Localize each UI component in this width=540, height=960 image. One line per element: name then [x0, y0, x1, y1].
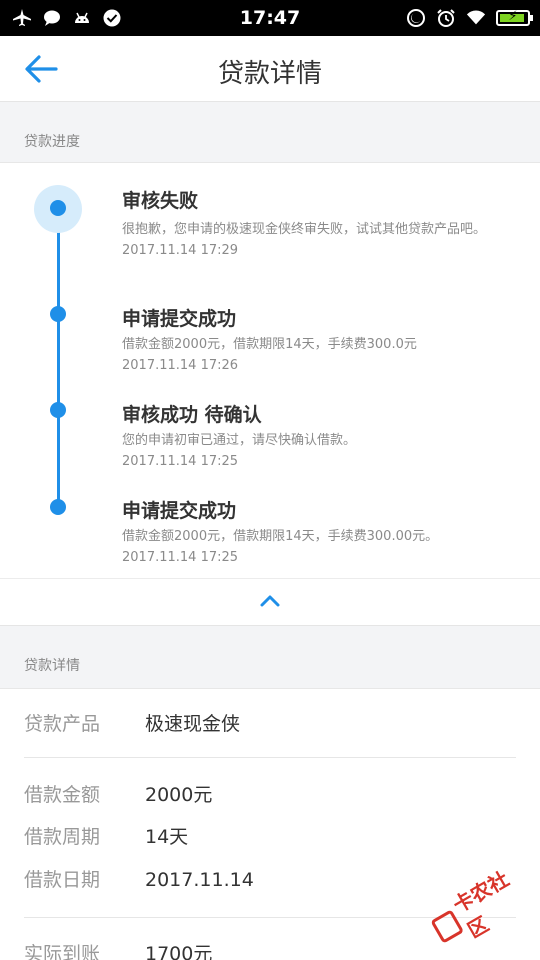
step-time: 2017.11.14 17:25: [122, 550, 239, 565]
step-time: 2017.11.14 17:29: [122, 243, 239, 258]
battery-icon: ⚡: [496, 9, 533, 26]
timeline-step: 申请提交成功 借款金额2000元，借款期限14天，手续费300.00元。 201…: [122, 496, 512, 565]
alarm-icon: [436, 8, 456, 28]
detail-label: 实际到账: [24, 943, 101, 960]
detail-value: 2017.11.14: [145, 869, 254, 891]
detail-label: 借款日期: [24, 869, 101, 891]
do-not-disturb-icon: [406, 8, 426, 28]
detail-row-amount: 借款金额 2000元: [24, 780, 212, 807]
detail-row-date: 借款日期 2017.11.14: [24, 865, 254, 892]
detail-label: 借款金额: [24, 784, 101, 806]
step-title: 申请提交成功: [122, 500, 237, 522]
detail-value: 2000元: [145, 784, 213, 806]
divider: [24, 757, 516, 758]
progress-section-label: 贷款进度: [24, 134, 80, 150]
detail-label: 贷款产品: [24, 713, 101, 735]
step-time: 2017.11.14 17:25: [122, 454, 239, 469]
timeline-step: 申请提交成功 借款金额2000元，借款期限14天，手续费300.0元 2017.…: [122, 304, 512, 373]
step-title: 审核失败: [122, 190, 199, 212]
progress-timeline: 审核失败 很抱歉，您申请的极速现金侠终审失败，试试其他贷款产品吧。 2017.1…: [0, 162, 540, 578]
detail-label: 借款周期: [24, 826, 101, 848]
chevron-up-icon: [260, 595, 280, 607]
step-title: 申请提交成功: [122, 308, 237, 330]
detail-row-period: 借款周期 14天: [24, 822, 188, 849]
step-description: 借款金额2000元，借款期限14天，手续费300.0元: [122, 337, 417, 352]
timeline-dot: [50, 499, 66, 515]
timeline-step: 审核成功 待确认 您的申请初审已通过，请尽快确认借款。 2017.11.14 1…: [122, 400, 512, 469]
step-description: 很抱歉，您申请的极速现金侠终审失败，试试其他贷款产品吧。: [122, 222, 487, 237]
timeline-dot: [50, 200, 66, 216]
wifi-icon: [466, 8, 486, 28]
timeline-dot: [50, 306, 66, 322]
detail-value: 14天: [145, 826, 189, 848]
detail-value: 极速现金侠: [145, 713, 241, 735]
step-description: 您的申请初审已通过，请尽快确认借款。: [122, 433, 357, 448]
timeline-line: [57, 207, 60, 509]
detail-row-received: 实际到账 1700元: [24, 939, 212, 960]
page-title: 贷款详情: [217, 59, 322, 89]
step-time: 2017.11.14 17:26: [122, 358, 239, 373]
collapse-timeline-button[interactable]: [0, 578, 540, 626]
detail-row-product: 贷款产品 极速现金侠: [24, 709, 240, 736]
timeline-dot: [50, 402, 66, 418]
step-title: 审核成功 待确认: [122, 404, 262, 426]
details-section-label: 贷款详情: [24, 658, 80, 674]
status-bar: 17:47 ⚡: [0, 0, 540, 36]
detail-value: 1700元: [145, 943, 213, 960]
app-header: 贷款详情: [0, 36, 540, 102]
step-description: 借款金额2000元，借款期限14天，手续费300.00元。: [122, 529, 439, 544]
timeline-step: 审核失败 很抱歉，您申请的极速现金侠终审失败，试试其他贷款产品吧。 2017.1…: [122, 186, 512, 258]
status-right-icons: ⚡: [406, 8, 533, 28]
